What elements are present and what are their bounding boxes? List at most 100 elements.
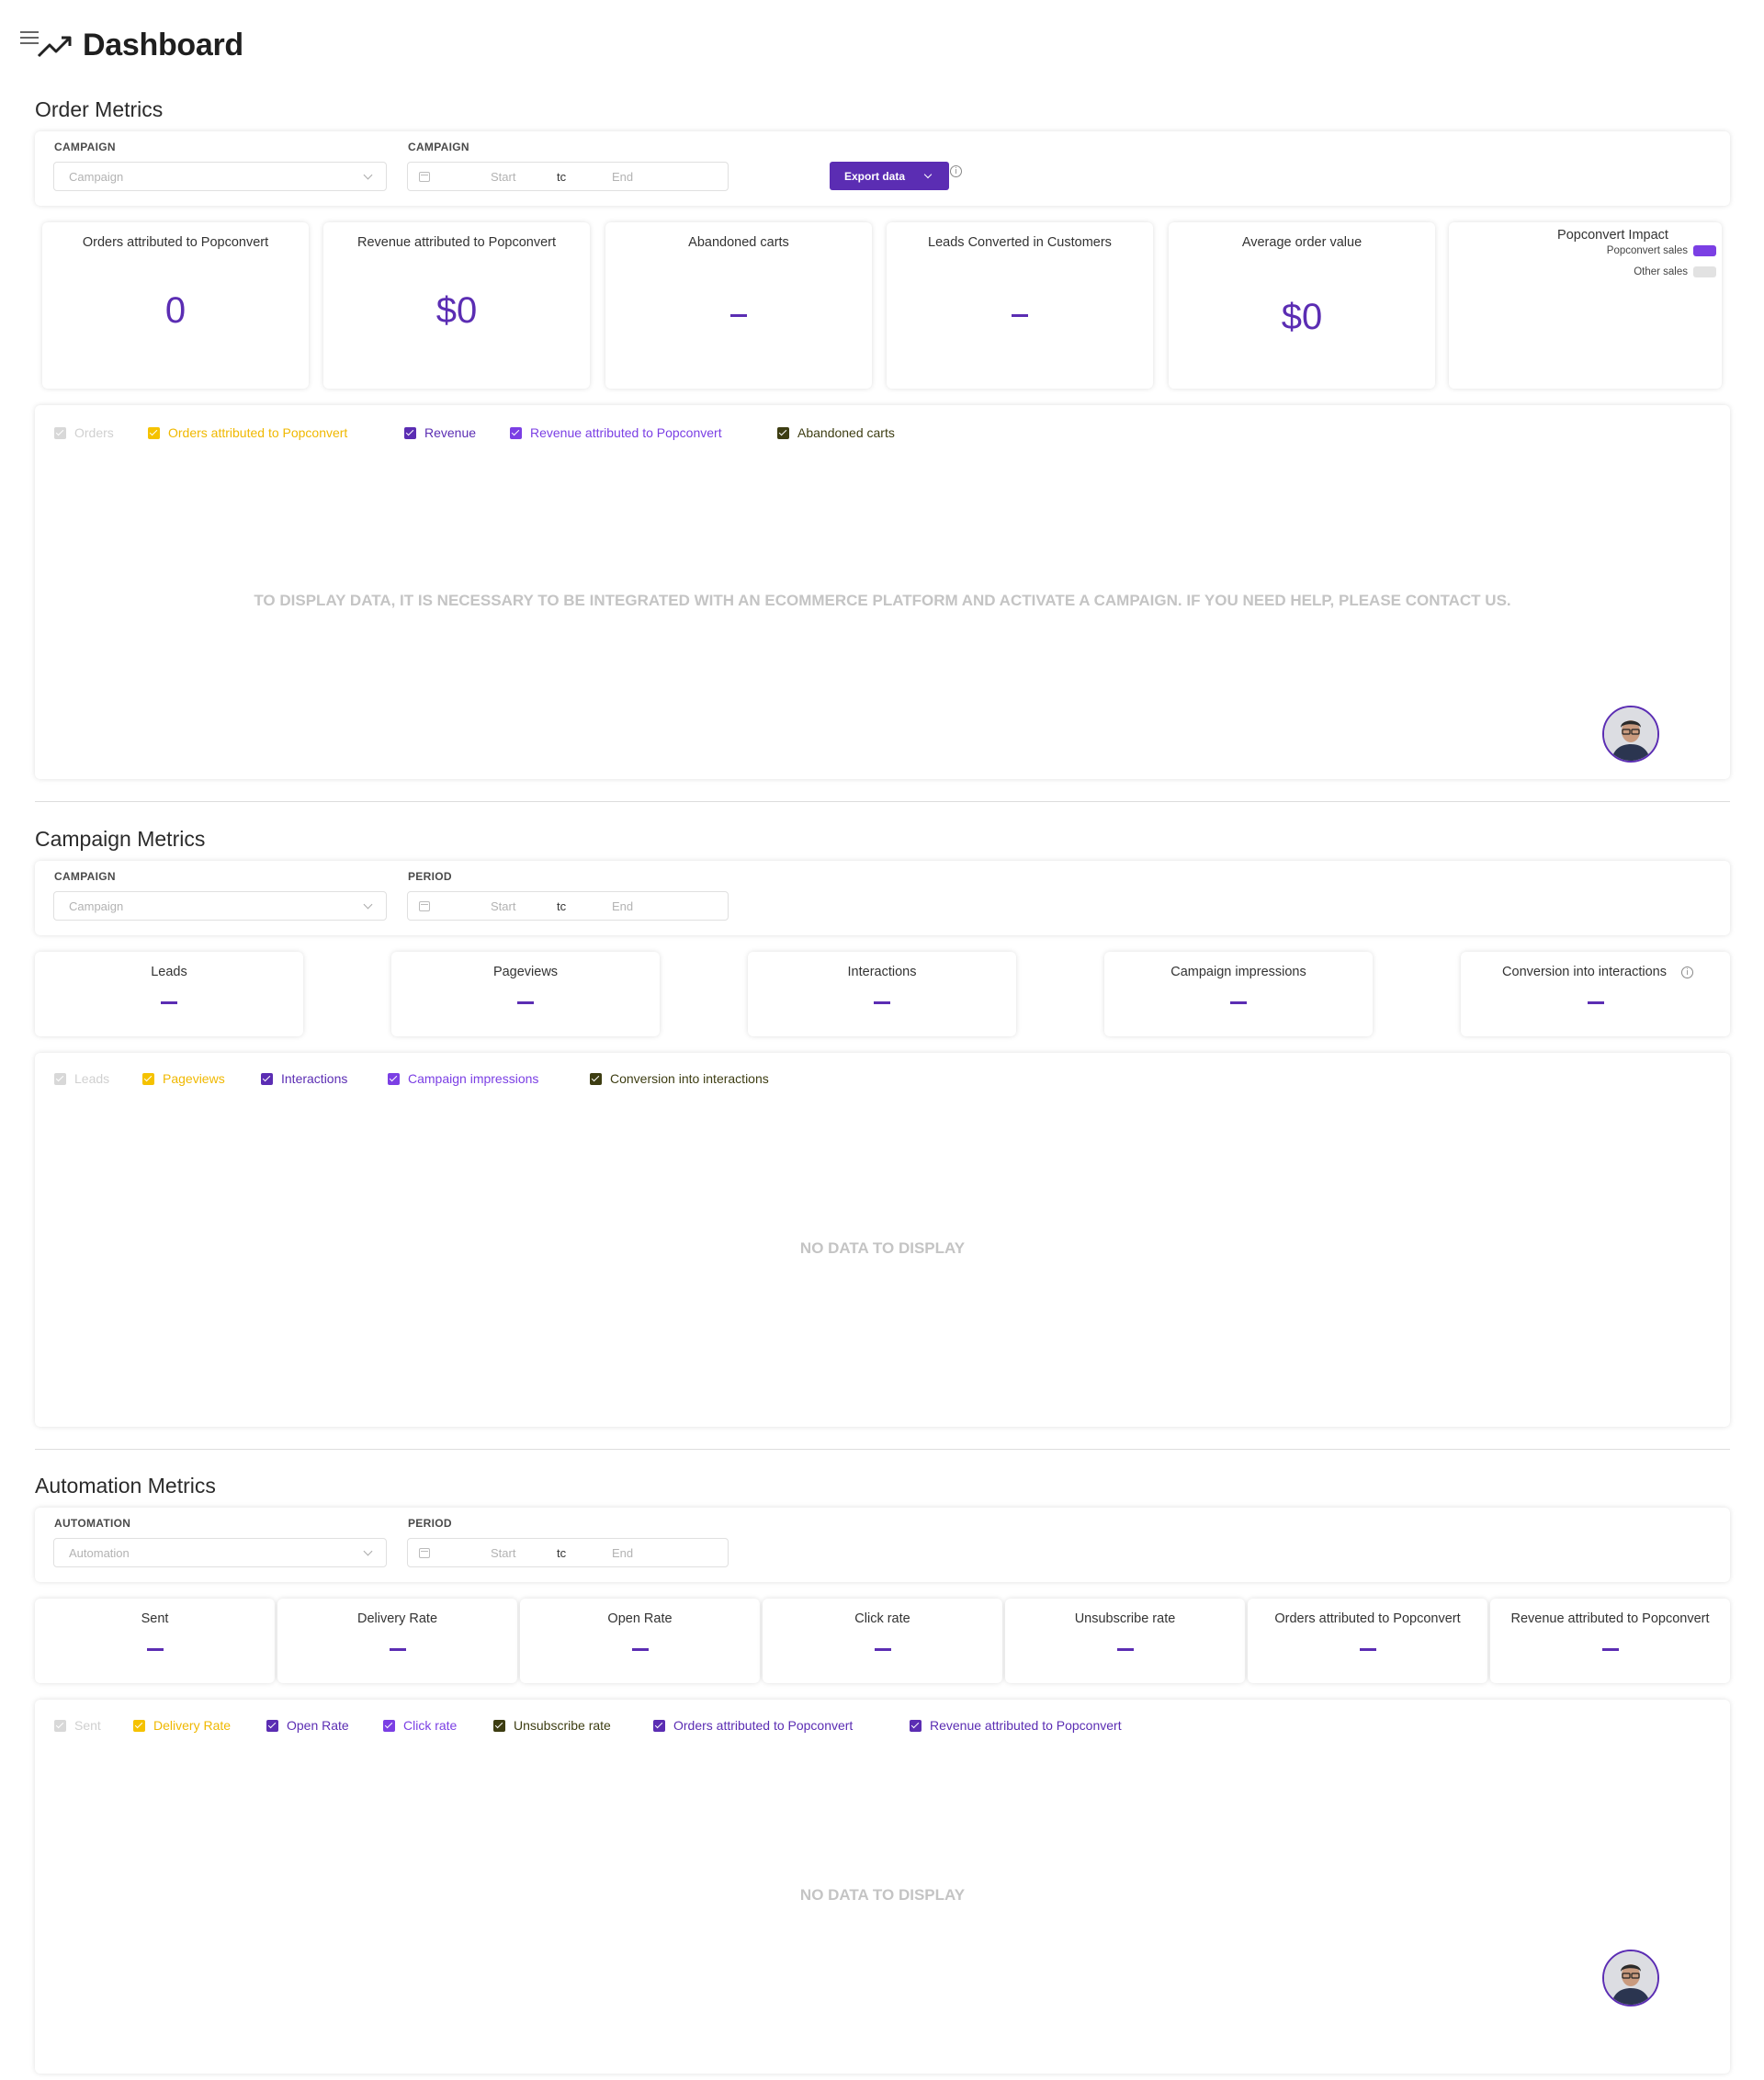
date-end[interactable]: End <box>612 170 633 184</box>
date-range-picker[interactable]: Start tc End <box>407 162 729 191</box>
legend-toggle-orders[interactable]: Orders <box>54 425 114 440</box>
campaign-chart-card: Leads Pageviews Interactions Campaign im… <box>35 1053 1730 1427</box>
impact-legend-other: Other sales <box>1634 266 1716 277</box>
page-title: Dashboard <box>83 28 243 62</box>
legend-toggle-orders-attributed[interactable]: Orders attributed to Popconvert <box>148 425 347 440</box>
automation-filter-label: AUTOMATION <box>54 1517 131 1530</box>
checkbox-icon <box>142 1072 154 1085</box>
legend-toggle-revenue-attributed[interactable]: Revenue attributed to Popconvert <box>510 425 722 440</box>
metric-title: Revenue attributed to Popconvert <box>356 235 557 250</box>
date-end[interactable]: End <box>612 899 633 913</box>
legend-label: Interactions <box>281 1071 348 1086</box>
date-end[interactable]: End <box>612 1546 633 1560</box>
date-start[interactable]: Start <box>491 170 557 184</box>
campaign-select[interactable]: Campaign <box>53 891 387 921</box>
automation-select-placeholder: Automation <box>69 1545 130 1560</box>
legend-toggle-campaign-impressions[interactable]: Campaign impressions <box>388 1071 538 1086</box>
metric-title: Leads Converted in Customers <box>928 235 1112 250</box>
legend-toggle-unsubscribe-rate[interactable]: Unsubscribe rate <box>493 1718 611 1733</box>
section-divider <box>35 1449 1730 1450</box>
campaign-select[interactable]: Campaign <box>53 162 387 191</box>
metric-card-open-rate: Open Rate <box>520 1599 760 1683</box>
support-avatar[interactable] <box>1602 706 1659 763</box>
metric-title: Click rate <box>854 1611 910 1626</box>
empty-state-message: TO DISPLAY DATA, IT IS NECESSARY TO BE I… <box>254 592 1511 609</box>
legend-swatch <box>1693 245 1716 256</box>
legend-toggle-interactions[interactable]: Interactions <box>261 1071 347 1086</box>
legend-toggle-conversion-into-interactions[interactable]: Conversion into interactions <box>590 1071 769 1086</box>
chevron-down-icon <box>363 899 373 909</box>
checkbox-icon <box>777 426 789 439</box>
metric-value: $0 <box>435 290 478 331</box>
legend-toggle-revenue-attributed[interactable]: Revenue attributed to Popconvert <box>910 1718 1122 1733</box>
date-separator: tc <box>557 169 567 184</box>
period-filter-label: CAMPAIGN <box>408 141 469 153</box>
metric-empty-dash <box>1116 1648 1134 1651</box>
metric-empty-dash <box>517 1001 534 1004</box>
metric-card-unsubscribe-rate: Unsubscribe rate <box>1005 1599 1245 1683</box>
campaign-filters-card: CAMPAIGN Campaign PERIOD Start tc End <box>35 861 1730 935</box>
legend-toggle-sent[interactable]: Sent <box>54 1718 101 1733</box>
date-start[interactable]: Start <box>491 1546 557 1560</box>
metric-empty-dash <box>874 1001 890 1004</box>
info-icon[interactable]: i <box>950 165 962 177</box>
metric-card-campaign-impressions: Campaign impressions <box>1104 952 1373 1036</box>
metric-title: Interactions <box>847 965 917 979</box>
checkbox-icon <box>590 1072 602 1085</box>
metric-title: Campaign impressions <box>1170 965 1306 979</box>
legend-label: Open Rate <box>287 1718 349 1733</box>
metric-card-sent: Sent <box>35 1599 275 1683</box>
metric-card-popconvert-impact: Popconvert Impact Popconvert sales Other… <box>1449 222 1722 389</box>
legend-toggle-delivery-rate[interactable]: Delivery Rate <box>133 1718 231 1733</box>
metric-title: Leads <box>151 965 187 979</box>
date-range-picker[interactable]: Start tc End <box>407 891 729 921</box>
metric-title: Average order value <box>1241 235 1363 250</box>
legend-toggle-pageviews[interactable]: Pageviews <box>142 1071 225 1086</box>
legend-toggle-orders-attributed[interactable]: Orders attributed to Popconvert <box>653 1718 853 1733</box>
checkbox-icon <box>510 426 522 439</box>
metric-empty-dash <box>874 1648 891 1651</box>
info-icon[interactable]: i <box>1681 967 1693 978</box>
chevron-down-icon <box>363 170 373 179</box>
automation-select[interactable]: Automation <box>53 1538 387 1567</box>
metric-empty-dash <box>161 1001 177 1004</box>
metric-title: Revenue attributed to Popconvert <box>1510 1611 1710 1626</box>
metric-value: $0 <box>1281 297 1323 337</box>
checkbox-icon <box>910 1719 922 1732</box>
legend-label: Revenue <box>424 425 477 440</box>
metric-card-revenue-attributed: Revenue attributed to Popconvert $0 <box>323 222 590 389</box>
order-chart-card: Orders Orders attributed to Popconvert R… <box>35 405 1730 779</box>
legend-label: Abandoned carts <box>797 425 895 440</box>
legend-label: Click rate <box>403 1718 458 1733</box>
order-metrics-title: Order Metrics <box>35 97 164 121</box>
period-filter-label: PERIOD <box>408 870 452 883</box>
metric-card-orders-attributed: Orders attributed to Popconvert 0 <box>42 222 309 389</box>
export-data-button[interactable]: Export data <box>830 162 949 190</box>
date-start[interactable]: Start <box>491 899 557 913</box>
legend-toggle-click-rate[interactable]: Click rate <box>383 1718 457 1733</box>
date-range-picker[interactable]: Start tc End <box>407 1538 729 1567</box>
legend-label: Revenue attributed to Popconvert <box>530 425 722 440</box>
metric-title: Popconvert Impact <box>1557 228 1668 243</box>
legend-label: Pageviews <box>163 1071 225 1086</box>
checkbox-icon <box>388 1072 400 1085</box>
automation-filters-card: AUTOMATION Automation PERIOD Start tc En… <box>35 1508 1730 1582</box>
metric-empty-dash <box>730 314 747 317</box>
metric-card-leads: Leads <box>35 952 303 1036</box>
chevron-down-icon <box>363 1546 373 1555</box>
legend-toggle-revenue[interactable]: Revenue <box>404 425 476 440</box>
checkbox-icon <box>54 1719 66 1732</box>
checkbox-icon <box>383 1719 395 1732</box>
checkbox-icon <box>261 1072 273 1085</box>
campaign-filter-label: CAMPAIGN <box>54 141 116 153</box>
legend-toggle-leads[interactable]: Leads <box>54 1071 109 1086</box>
campaign-metrics-title: Campaign Metrics <box>35 827 206 851</box>
legend-label: Orders attributed to Popconvert <box>673 1718 854 1733</box>
support-avatar[interactable] <box>1602 1950 1659 2007</box>
metric-card-pageviews: Pageviews <box>391 952 660 1036</box>
hamburger-menu-icon[interactable] <box>20 31 39 44</box>
legend-label: Conversion into interactions <box>610 1071 769 1086</box>
legend-toggle-open-rate[interactable]: Open Rate <box>266 1718 349 1733</box>
legend-toggle-abandoned-carts[interactable]: Abandoned carts <box>777 425 895 440</box>
legend-label: Orders <box>74 425 114 440</box>
